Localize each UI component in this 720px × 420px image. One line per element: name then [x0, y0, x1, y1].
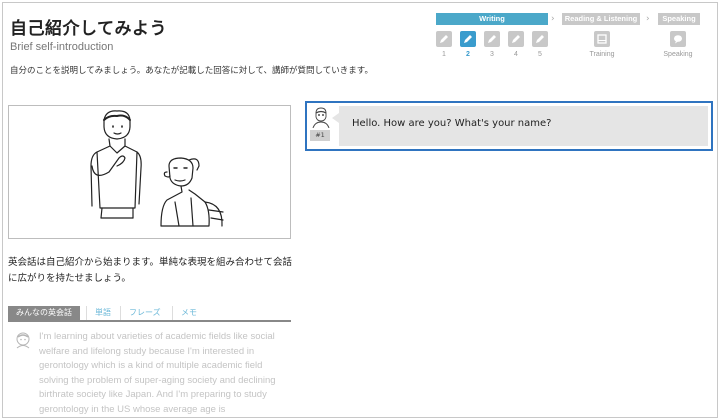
post-text: I'm learning about varieties of academic… — [39, 331, 276, 415]
lesson-description: 英会話は自己紹介から始まります。単純な表現を組み合わせて会話に広がりを持たせまし… — [8, 257, 293, 284]
teacher-avatar-icon — [312, 107, 330, 128]
step-5-button[interactable] — [532, 31, 548, 47]
pencil-icon — [536, 35, 544, 43]
page-subtitle: Brief self-introduction — [10, 41, 114, 53]
step-1-button[interactable] — [436, 31, 452, 47]
progress-steps: Writing › Reading & Listening › Speaking… — [436, 13, 700, 63]
pencil-icon — [440, 35, 448, 43]
step-2-button[interactable] — [460, 31, 476, 47]
training-step-button[interactable] — [594, 31, 610, 47]
tab-memo[interactable]: メモ — [172, 306, 205, 320]
chevron-right-icon: › — [551, 14, 555, 24]
chat-message-text: Hello. How are you? What's your name? — [352, 118, 552, 129]
chevron-right-icon: › — [646, 14, 650, 24]
step-number: 1 — [442, 51, 446, 58]
phase-writing: Writing — [436, 13, 548, 25]
speaking-label: Speaking — [663, 51, 693, 58]
instruction-text: 自分のことを説明してみましょう。あなたが記載した回答に対して、講師が質問していき… — [10, 66, 373, 76]
training-label: Training — [589, 51, 615, 58]
two-people-illustration — [90, 110, 224, 227]
step-number: 3 — [490, 51, 494, 58]
chat-message-card[interactable]: #1 Hello. How are you? What's your name? — [305, 101, 713, 151]
pencil-icon — [464, 35, 472, 43]
step-3-button[interactable] — [484, 31, 500, 47]
content-tabs: みんなの英会話 単語 フレーズ メモ — [8, 306, 291, 322]
user-avatar-icon — [16, 332, 30, 349]
speaking-step-button[interactable] — [670, 31, 686, 47]
message-number-badge: #1 — [310, 130, 330, 141]
chat-bubble: Hello. How are you? What's your name? — [332, 106, 708, 146]
community-post: I'm learning about varieties of academic… — [8, 328, 291, 416]
pencil-icon — [512, 35, 520, 43]
phase-reading-listening: Reading & Listening — [562, 13, 640, 25]
phase-speaking: Speaking — [658, 13, 700, 25]
step-4-button[interactable] — [508, 31, 524, 47]
tab-everyone-conversation[interactable]: みんなの英会話 — [8, 306, 80, 320]
step-number-active: 2 — [466, 51, 470, 58]
tab-phrases[interactable]: フレーズ — [120, 306, 169, 320]
pencil-icon — [488, 35, 496, 43]
page-title: 自己紹介してみよう — [10, 19, 167, 39]
speech-icon — [674, 35, 682, 44]
tab-vocabulary[interactable]: 単語 — [86, 306, 119, 320]
book-icon — [597, 34, 607, 44]
lesson-illustration — [8, 105, 291, 239]
step-number: 4 — [514, 51, 518, 58]
step-number: 5 — [538, 51, 542, 58]
